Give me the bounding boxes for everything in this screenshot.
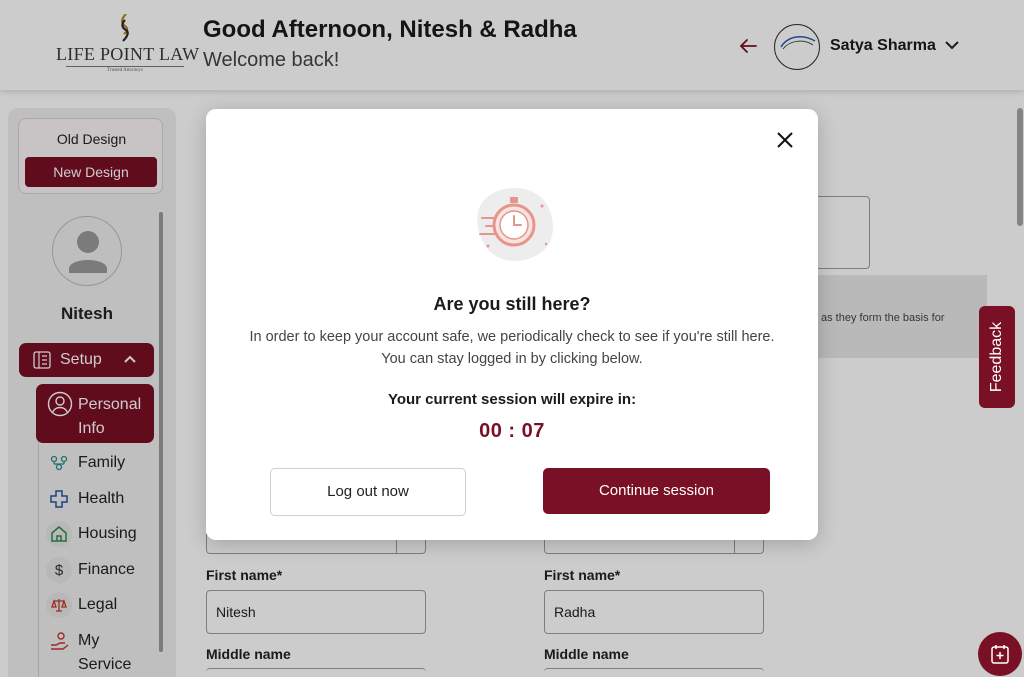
session-timeout-modal: Are you still here? In order to keep you… [206, 109, 818, 540]
modal-title: Are you still here? [433, 294, 591, 314]
close-icon[interactable] [776, 131, 794, 149]
calendar-add-icon [991, 645, 1009, 664]
modal-message-line-2: You can stay logged in by clicking below… [381, 351, 643, 367]
feedback-label: Feedback [988, 321, 1005, 393]
log-out-button[interactable]: Log out now [270, 468, 466, 516]
continue-session-button[interactable]: Continue session [543, 468, 770, 514]
stopwatch-illustration-icon [477, 188, 553, 261]
expire-label: Your current session will expire in: [387, 391, 637, 408]
countdown-timer: 00 : 07 [479, 420, 545, 442]
modal-message-line-1: In order to keep your account safe, we p… [249, 329, 775, 345]
feedback-button[interactable]: Feedback [979, 306, 1015, 408]
calendar-add-button[interactable] [978, 632, 1022, 676]
